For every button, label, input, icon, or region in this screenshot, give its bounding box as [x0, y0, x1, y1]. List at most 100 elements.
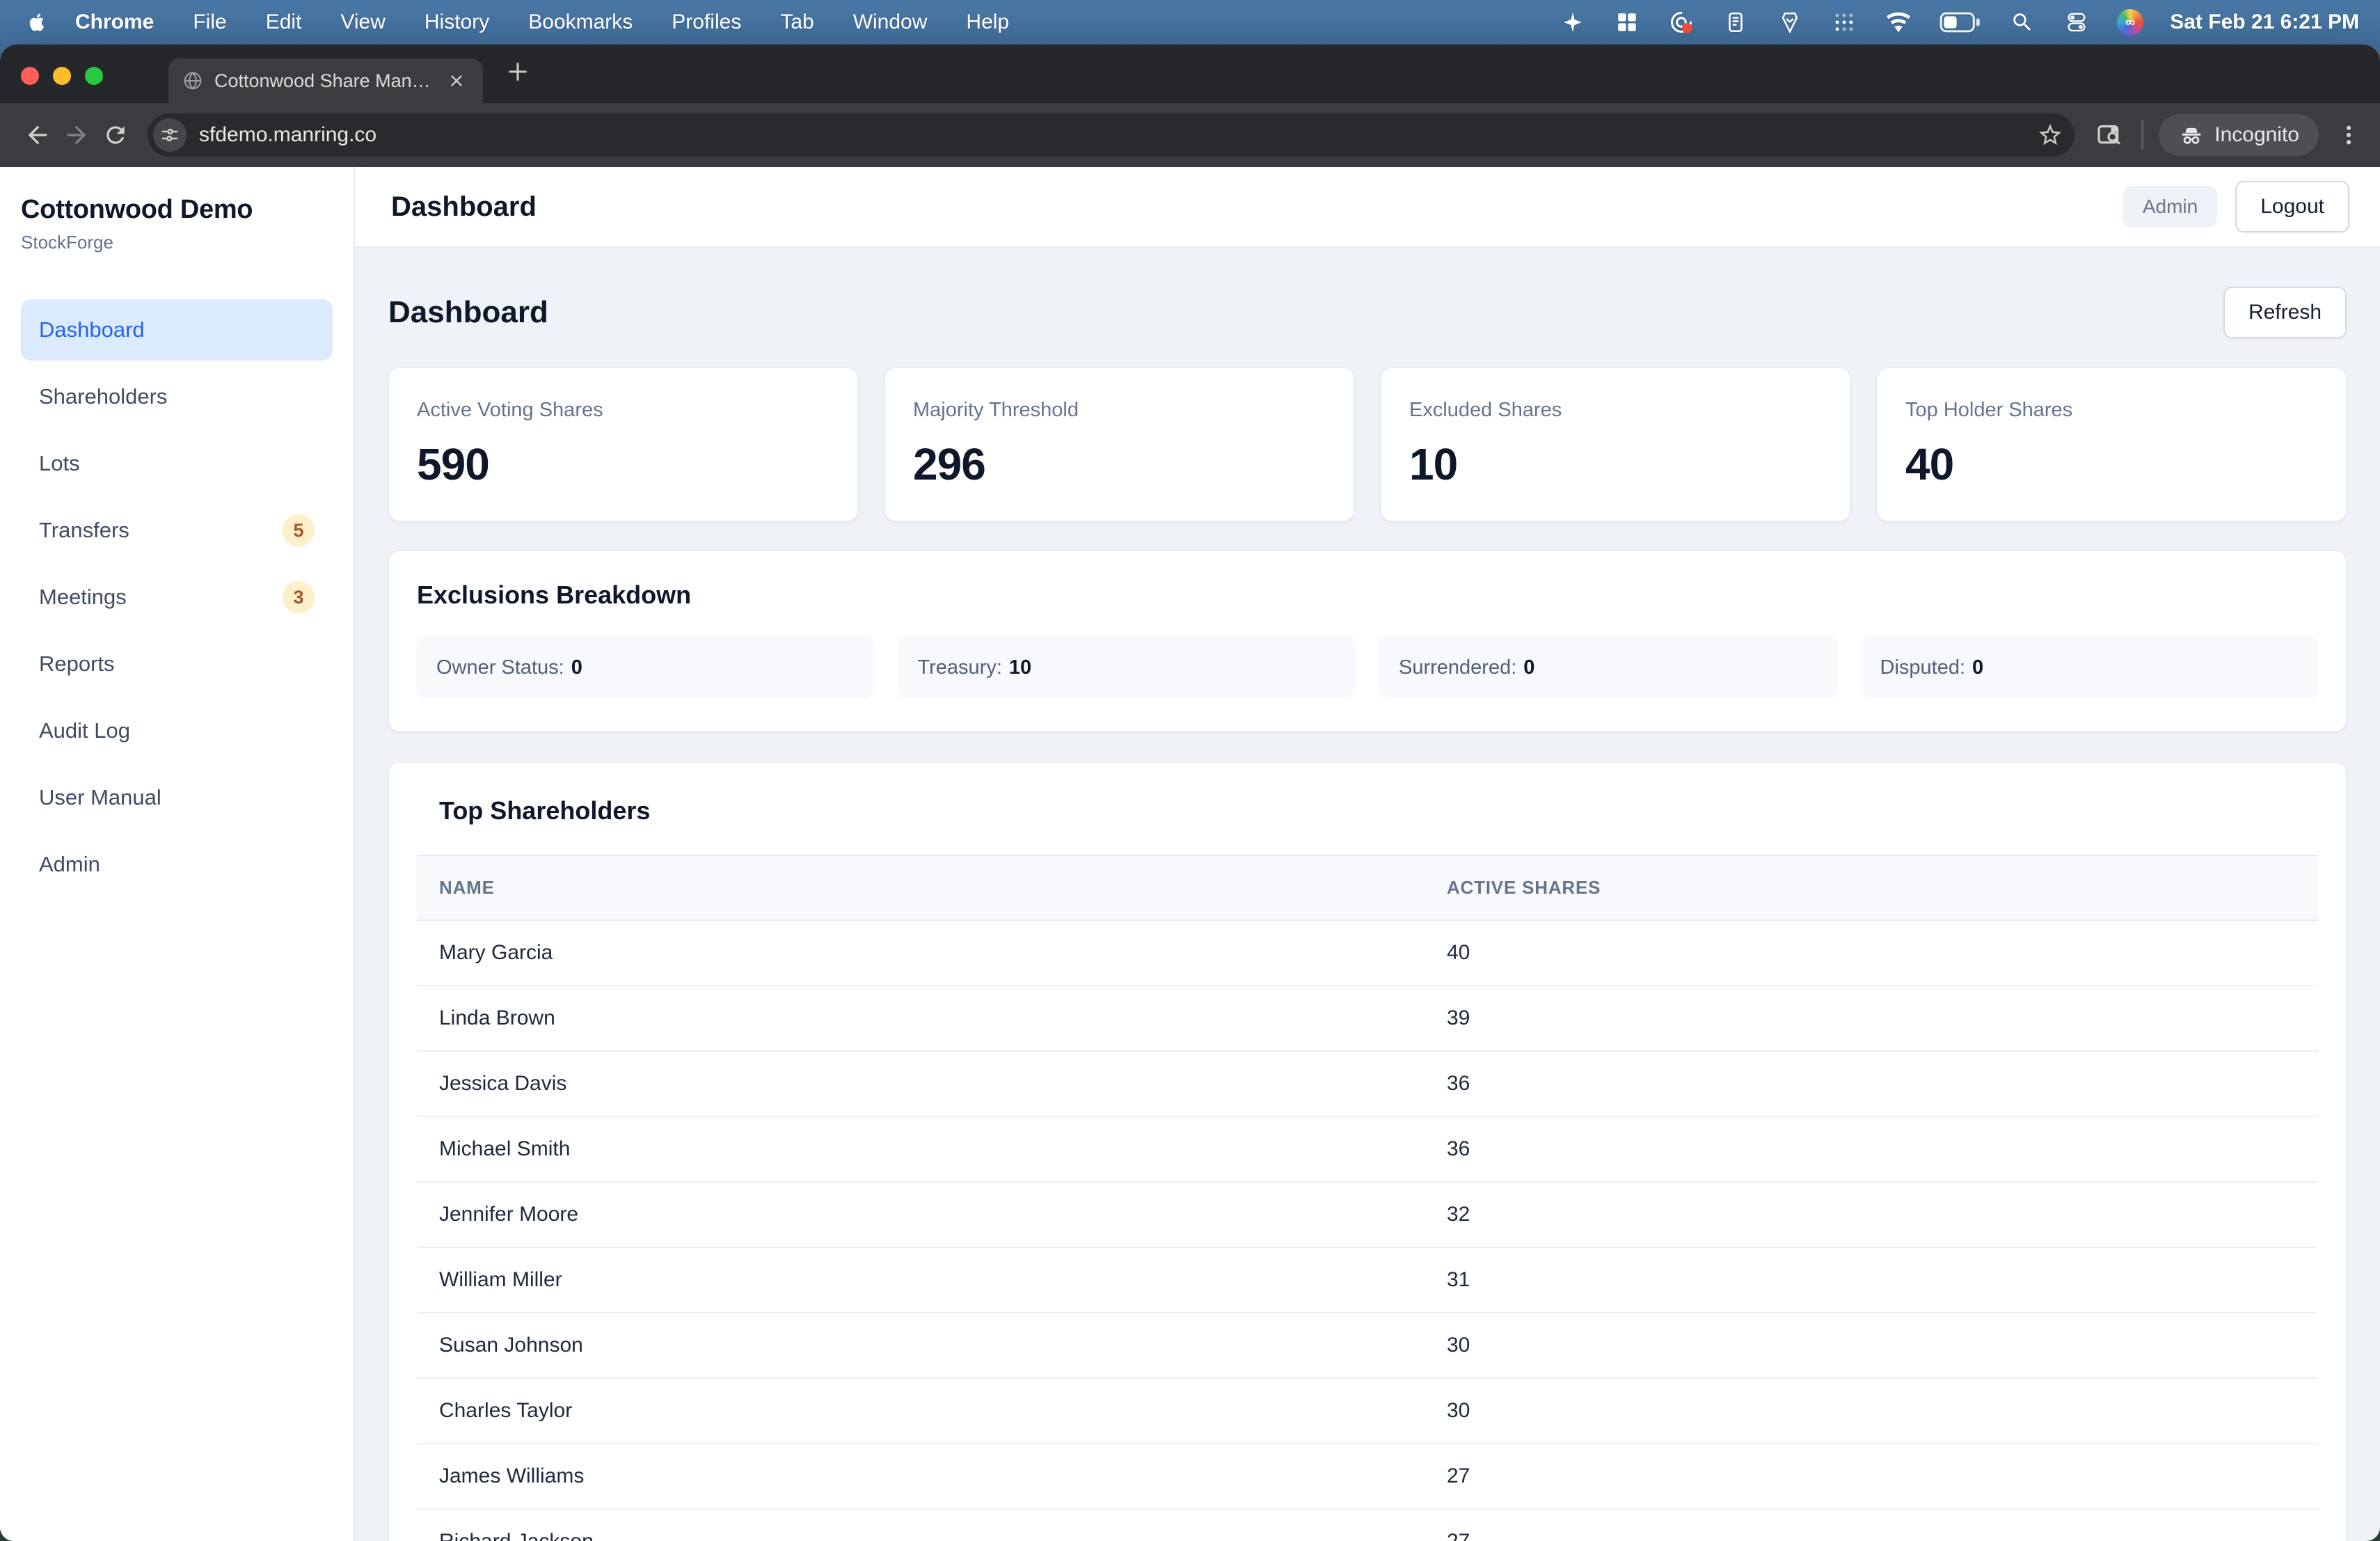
stat-value: 10	[1409, 438, 1822, 490]
control-center-icon[interactable]	[2063, 8, 2091, 36]
minimize-window-button[interactable]	[53, 67, 71, 85]
shareholders-table: NAME ACTIVE SHARES Mary Garcia 40	[417, 855, 2318, 1541]
table-row[interactable]: Richard Jackson 27	[417, 1509, 2318, 1541]
menubar-menu-item[interactable]: History	[405, 10, 509, 34]
bookmark-star-icon[interactable]	[2037, 122, 2063, 148]
column-header-name: NAME	[417, 855, 1425, 920]
exclusion-item: Surrendered: 0	[1379, 636, 1837, 699]
app-title: Cottonwood Demo	[21, 195, 333, 225]
sidebar-item[interactable]: Dashboard	[21, 299, 333, 361]
reload-button[interactable]	[96, 116, 135, 155]
browser-tab[interactable]: Cottonwood Share Manager	[168, 58, 483, 103]
sidebar: Cottonwood Demo StockForge Dashboard Sha…	[0, 167, 355, 1541]
screen-record-icon[interactable]	[1667, 8, 1695, 36]
new-tab-button[interactable]	[501, 55, 534, 88]
page-title: Dashboard	[391, 191, 537, 223]
spotlight-search-icon[interactable]	[2008, 8, 2036, 36]
color-wheel-icon[interactable]	[2117, 9, 2143, 35]
stat-value: 40	[1905, 438, 2318, 490]
shareholder-active-shares: 36	[1425, 1051, 2318, 1116]
search-panel-icon[interactable]	[2095, 121, 2123, 149]
sidebar-item[interactable]: Shareholders	[21, 366, 333, 427]
main-area: Dashboard Admin Logout Dashboard Refresh…	[355, 167, 2380, 1541]
menubar-menu-item[interactable]: Profiles	[652, 10, 761, 34]
table-row[interactable]: Michael Smith 36	[417, 1116, 2318, 1182]
sidebar-item[interactable]: Reports	[21, 633, 333, 695]
exclusion-value: 0	[1523, 656, 1534, 679]
table-row[interactable]: Charles Taylor 30	[417, 1378, 2318, 1444]
sidebar-item[interactable]: Lots	[21, 433, 333, 494]
sidebar-item-label: Admin	[39, 852, 315, 877]
shareholder-active-shares: 39	[1425, 986, 2318, 1051]
battery-icon[interactable]	[1939, 8, 1982, 36]
browser-menu-icon[interactable]	[2335, 122, 2362, 148]
incognito-icon	[2178, 122, 2205, 148]
sidebar-item[interactable]: Audit Log	[21, 700, 333, 761]
wifi-icon[interactable]	[1885, 8, 1912, 36]
dashboard-heading: Dashboard	[388, 295, 548, 330]
menubar-clock[interactable]: Sat Feb 21 6:21 PM	[2170, 10, 2359, 34]
stat-value: 296	[913, 438, 1326, 490]
shareholder-name: Richard Jackson	[417, 1509, 1425, 1541]
stats-row: Active Voting Shares 590 Majority Thresh…	[388, 368, 2347, 521]
menubar-menu-item[interactable]: Window	[834, 10, 947, 34]
url-text[interactable]: sfdemo.manring.co	[199, 123, 2024, 147]
shareholder-name: Susan Johnson	[417, 1313, 1425, 1378]
page-topbar: Dashboard Admin Logout	[355, 167, 2380, 248]
apple-menu-icon[interactable]	[26, 8, 50, 36]
menubar-menu-item[interactable]: Chrome	[56, 10, 173, 34]
table-row[interactable]: Jessica Davis 36	[417, 1051, 2318, 1116]
shield-icon[interactable]	[1776, 8, 1804, 36]
sidebar-item-label: Dashboard	[39, 317, 315, 342]
refresh-button[interactable]: Refresh	[2223, 287, 2347, 338]
exclusion-item: Owner Status: 0	[417, 636, 875, 699]
table-row[interactable]: Susan Johnson 30	[417, 1313, 2318, 1378]
sparkle-icon[interactable]	[1559, 8, 1587, 36]
table-row[interactable]: Mary Garcia 40	[417, 920, 2318, 986]
menubar-menu-item[interactable]: Edit	[246, 10, 322, 34]
site-settings-icon[interactable]	[153, 118, 187, 152]
menubar-menu-item[interactable]: View	[321, 10, 404, 34]
sidebar-item[interactable]: Meetings 3	[21, 567, 333, 628]
role-badge: Admin	[2123, 186, 2217, 228]
sidebar-item[interactable]: Admin	[21, 834, 333, 895]
sidebar-item-label: Transfers	[39, 518, 283, 543]
sidebar-item-badge: 5	[283, 514, 315, 546]
close-window-button[interactable]	[21, 67, 39, 85]
menubar-menu-item[interactable]: File	[173, 10, 246, 34]
sidebar-item-label: Lots	[39, 451, 315, 476]
notes-icon[interactable]	[1722, 8, 1750, 36]
table-row[interactable]: James Williams 27	[417, 1444, 2318, 1509]
browser-window: Cottonwood Share Manager sfdemo.manring.…	[0, 45, 2380, 1541]
dots-grid-icon[interactable]	[1830, 8, 1858, 36]
sidebar-item[interactable]: User Manual	[21, 767, 333, 828]
zoom-window-button[interactable]	[85, 67, 103, 85]
stat-card: Excluded Shares 10	[1381, 368, 1850, 521]
window-tiles-icon[interactable]	[1613, 8, 1641, 36]
tab-close-icon[interactable]	[444, 68, 469, 93]
menubar-menu-item[interactable]: Bookmarks	[509, 10, 652, 34]
shareholder-name: Jennifer Moore	[417, 1182, 1425, 1247]
exclusion-value: 0	[571, 656, 582, 679]
app-subtitle: StockForge	[21, 232, 333, 253]
browser-toolbar: sfdemo.manring.co Incognito	[0, 103, 2380, 167]
sidebar-nav: Dashboard Shareholders Lots Tran	[21, 299, 333, 895]
menubar-menu-item[interactable]: Tab	[761, 10, 833, 34]
menubar-status-area: Sat Feb 21 6:21 PM	[1559, 8, 2359, 36]
menubar-menu-item[interactable]: Help	[946, 10, 1029, 34]
back-button[interactable]	[18, 116, 57, 155]
top-shareholders-card: Top Shareholders NAME ACTIVE SHARES	[388, 762, 2347, 1541]
forward-button[interactable]	[57, 116, 96, 155]
table-row[interactable]: Jennifer Moore 32	[417, 1182, 2318, 1247]
sidebar-item[interactable]: Transfers 5	[21, 500, 333, 561]
window-controls	[0, 67, 122, 85]
exclusion-item: Treasury: 10	[898, 636, 1356, 699]
incognito-label: Incognito	[2214, 123, 2299, 147]
top-shareholders-title: Top Shareholders	[439, 796, 2318, 825]
incognito-badge[interactable]: Incognito	[2159, 114, 2319, 156]
address-bar[interactable]: sfdemo.manring.co	[148, 113, 2074, 157]
table-row[interactable]: William Miller 31	[417, 1247, 2318, 1313]
sidebar-item-badge: 3	[283, 581, 315, 613]
table-row[interactable]: Linda Brown 39	[417, 986, 2318, 1051]
logout-button[interactable]: Logout	[2235, 181, 2349, 232]
